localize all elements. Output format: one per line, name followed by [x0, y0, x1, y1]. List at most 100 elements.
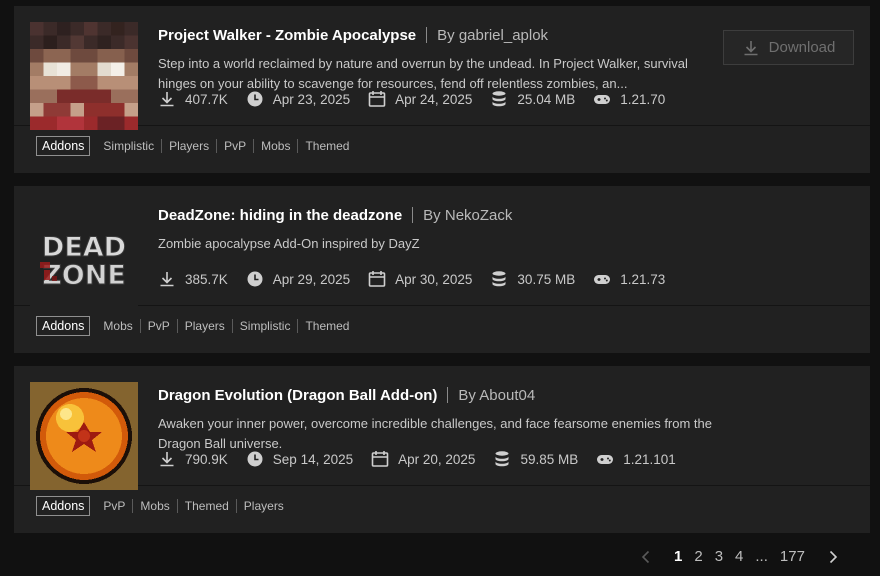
- title-row: Project Walker - Zombie Apocalypse By ga…: [158, 24, 718, 46]
- next-page-icon[interactable]: [827, 549, 839, 565]
- prev-page-icon[interactable]: [640, 549, 652, 565]
- title-separator: [412, 207, 414, 223]
- project-card: DEAD ZONE DeadZone: hiding in the deadzo…: [14, 186, 870, 353]
- clock-icon: [246, 450, 264, 468]
- project-info: DeadZone: hiding in the deadzone By Neko…: [158, 204, 718, 274]
- by-prefix: By: [458, 386, 476, 404]
- tag[interactable]: PvP: [139, 319, 177, 333]
- tag[interactable]: Mobs: [96, 319, 139, 333]
- walker-thumbnail-image: [30, 22, 138, 130]
- project-title[interactable]: Dragon Evolution (Dragon Ball Add-on): [158, 387, 437, 404]
- by-prefix: By: [437, 26, 455, 44]
- tag[interactable]: Players: [235, 499, 291, 513]
- downloads-count: 385.7K: [185, 271, 228, 287]
- project-author[interactable]: About04: [479, 387, 535, 404]
- game-version: 1.21.101: [623, 451, 676, 467]
- project-card: Dragon Evolution (Dragon Ball Add-on) By…: [14, 366, 870, 533]
- pagination-ellipsis: ...: [755, 548, 768, 565]
- category-tag[interactable]: Addons: [36, 496, 91, 516]
- deadzone-logo-image: DEAD ZONE: [30, 202, 138, 310]
- project-stats: 385.7K Apr 29, 2025 Apr 30, 2025 30.75 M…: [158, 270, 683, 288]
- tag[interactable]: Mobs: [253, 139, 297, 153]
- download-icon: [158, 270, 176, 288]
- game-version: 1.21.73: [620, 271, 666, 287]
- stat-updated: Apr 30, 2025: [368, 270, 472, 288]
- project-tags: Addons PvP Mobs Themed Players: [36, 496, 291, 516]
- file-size: 30.75 MB: [517, 271, 576, 287]
- category-tag[interactable]: Addons: [36, 316, 91, 336]
- stat-downloads: 385.7K: [158, 270, 228, 288]
- tag[interactable]: Themed: [297, 319, 356, 333]
- by-prefix: By: [423, 206, 441, 224]
- tag[interactable]: Themed: [297, 139, 356, 153]
- tag[interactable]: Players: [161, 139, 216, 153]
- tag[interactable]: PvP: [216, 139, 253, 153]
- clock-icon: [246, 270, 264, 288]
- game-version: 1.21.70: [620, 91, 666, 107]
- gamepad-icon: [593, 90, 611, 108]
- project-title[interactable]: Project Walker - Zombie Apocalypse: [158, 27, 416, 44]
- database-icon: [490, 270, 508, 288]
- downloads-count: 790.9K: [185, 451, 228, 467]
- stat-downloads: 790.9K: [158, 450, 228, 468]
- stat-updated: Apr 20, 2025: [371, 450, 475, 468]
- database-icon: [490, 90, 508, 108]
- calendar-icon: [368, 90, 386, 108]
- category-tag[interactable]: Addons: [36, 136, 91, 156]
- project-tags: Addons Simplistic Players PvP Mobs Theme…: [36, 136, 356, 156]
- stat-updated: Apr 24, 2025: [368, 90, 472, 108]
- page-2-link[interactable]: 2: [688, 548, 708, 565]
- download-icon: [158, 450, 176, 468]
- card-body: DEAD ZONE DeadZone: hiding in the deadzo…: [14, 186, 870, 310]
- download-button[interactable]: Download: [723, 30, 854, 65]
- card-body: Project Walker - Zombie Apocalypse By ga…: [14, 6, 870, 130]
- updated-date: Apr 24, 2025: [395, 91, 473, 107]
- project-thumbnail[interactable]: [30, 382, 138, 490]
- project-stats: 407.7K Apr 23, 2025 Apr 24, 2025 25.04 M…: [158, 90, 683, 108]
- tag[interactable]: Mobs: [132, 499, 176, 513]
- stat-size: 25.04 MB: [490, 90, 575, 108]
- stat-size: 30.75 MB: [490, 270, 575, 288]
- created-date: Sep 14, 2025: [272, 451, 354, 467]
- project-author[interactable]: NekoZack: [445, 207, 513, 224]
- created-date: Apr 23, 2025: [272, 91, 351, 107]
- downloads-count: 407.7K: [185, 91, 228, 107]
- project-byline: By About04: [458, 387, 535, 404]
- project-byline: By gabriel_aplok: [437, 27, 548, 44]
- project-description: Awaken your inner power, overcome incred…: [158, 416, 713, 451]
- page-4-link[interactable]: 4: [729, 548, 749, 565]
- stat-version: 1.21.101: [596, 450, 676, 468]
- download-icon: [742, 39, 760, 57]
- file-size: 25.04 MB: [517, 91, 576, 107]
- tag[interactable]: Players: [176, 319, 232, 333]
- clock-icon: [246, 90, 264, 108]
- title-separator: [426, 27, 428, 43]
- tag[interactable]: Simplistic: [96, 139, 161, 153]
- pagination: 1 2 3 4 ... 177: [640, 548, 839, 565]
- project-description: Step into a world reclaimed by nature an…: [158, 56, 688, 91]
- calendar-icon: [371, 450, 389, 468]
- project-title[interactable]: DeadZone: hiding in the deadzone: [158, 207, 402, 224]
- project-author[interactable]: gabriel_aplok: [459, 27, 548, 44]
- page-1-link[interactable]: 1: [668, 548, 688, 565]
- title-row: Dragon Evolution (Dragon Ball Add-on) By…: [158, 384, 718, 406]
- tag[interactable]: Themed: [176, 499, 236, 513]
- stat-created: Sep 14, 2025: [246, 450, 353, 468]
- database-icon: [493, 450, 511, 468]
- project-thumbnail[interactable]: [30, 22, 138, 130]
- download-button-label: Download: [768, 39, 836, 56]
- stat-size: 59.85 MB: [493, 450, 578, 468]
- project-stats: 790.9K Sep 14, 2025 Apr 20, 2025 59.85 M…: [158, 450, 694, 468]
- project-thumbnail[interactable]: DEAD ZONE: [30, 202, 138, 310]
- tag[interactable]: Simplistic: [231, 319, 298, 333]
- title-separator: [447, 387, 449, 403]
- project-description: Zombie apocalypse Add-On inspired by Day…: [158, 236, 420, 251]
- tag[interactable]: PvP: [96, 499, 132, 513]
- project-info: Dragon Evolution (Dragon Ball Add-on) By…: [158, 384, 718, 454]
- last-page-link[interactable]: 177: [774, 548, 811, 565]
- project-card: Project Walker - Zombie Apocalypse By ga…: [14, 6, 870, 173]
- page-3-link[interactable]: 3: [709, 548, 729, 565]
- thumb-text-line: DEAD: [42, 232, 126, 263]
- created-date: Apr 29, 2025: [272, 271, 351, 287]
- stat-created: Apr 23, 2025: [246, 90, 350, 108]
